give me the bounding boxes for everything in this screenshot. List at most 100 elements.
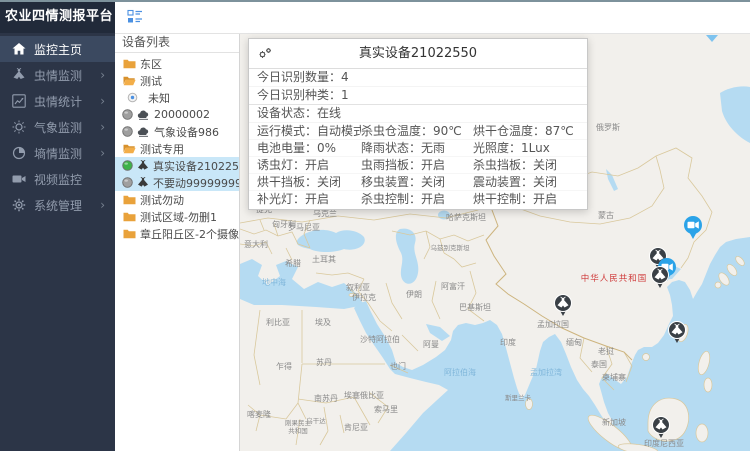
app-title: 农业四情测报平台 [0, 0, 115, 33]
popup-detail-row: 运行模式：自动模式杀虫仓温度：90℃烘干仓温度：87℃ [249, 123, 587, 140]
map-label-country: 苏丹 [316, 357, 332, 367]
layout-list-icon[interactable] [127, 9, 143, 24]
sidebar-item-label: 气象监测 [34, 119, 100, 136]
map-label-country: 也门 [390, 361, 406, 371]
popup-body: 今日识别数量：4今日识别种类：1设备状态：在线运行模式：自动模式杀虫仓温度：90… [249, 69, 587, 209]
folder-open-icon [123, 75, 136, 86]
popup-detail-row: 烘干挡板：关闭移虫装置：关闭震动装置：关闭 [249, 174, 587, 191]
popup-detail-cell: 震动装置：关闭 [473, 174, 587, 190]
map-label-country: 埃塞俄比亚 [344, 390, 384, 400]
map-label-country: 巴基斯坦 [459, 302, 491, 312]
status-dot-gray [122, 177, 133, 188]
sidebar-item-video-monitor[interactable]: 视频监控 [0, 166, 115, 192]
insect-device-icon [137, 160, 149, 171]
device-tree: 东区测试未知 20000002 气象设备986测试专用真实设备21022550不要动… [115, 53, 239, 242]
map-label-country: 柬埔寨 [602, 372, 626, 382]
sidebar-item-label: 墒情监测 [34, 145, 100, 162]
gears-icon[interactable] [257, 46, 273, 61]
weather-device-icon [137, 126, 150, 137]
tree-folder-item[interactable]: 测试区域-勿删1 [115, 208, 239, 225]
popup-detail-cell: 杀虫挡板：关闭 [473, 157, 587, 173]
folder-closed-icon [123, 58, 136, 69]
tree-item-label: 测试 [140, 73, 162, 89]
video-camera-icon [12, 172, 26, 186]
popup-detail-cell: 诱虫灯：开启 [257, 157, 361, 173]
chevron-right-icon: › [100, 68, 105, 82]
folder-closed-icon [123, 211, 136, 222]
popup-detail-cell: 烘干仓温度：87℃ [473, 123, 587, 139]
map-label-country-sm: 乌兹别克斯坦 [431, 243, 471, 252]
map-label-country: 肯尼亚 [344, 422, 368, 432]
status-dot-green [122, 160, 133, 171]
tree-item-label: 不要动99999999 [153, 175, 239, 191]
tree-item-label: 气象设备986 [154, 124, 219, 140]
sidebar-item-weather-monitor[interactable]: 气象监测 › [0, 114, 115, 140]
device-info-popup: 真实设备21022550 今日识别数量：4今日识别种类：1设备状态：在线运行模式… [248, 38, 588, 210]
map-label-country: 老挝 [598, 346, 614, 356]
chevron-right-icon: › [100, 94, 105, 108]
map-label-country: 伊朗 [406, 289, 422, 299]
map-label-country: 埃及 [315, 317, 331, 327]
tree-folder-item[interactable]: 测试勿动 [115, 191, 239, 208]
map-label-china: 中华人民共和国 [581, 273, 648, 284]
popup-stat-row: 今日识别种类：1 [249, 87, 587, 105]
tree-device-item[interactable]: 未知 [115, 89, 239, 106]
sidebar-item-insect-stats[interactable]: 虫情统计 › [0, 88, 115, 114]
map-label-country: 蒙古 [598, 210, 614, 220]
tree-item-label: 20000002 [154, 108, 210, 121]
tree-folder-item[interactable]: 测试专用 [115, 140, 239, 157]
chevron-right-icon: › [100, 120, 105, 134]
map-label-country: 罗马尼亚 [288, 223, 320, 232]
tree-item-label: 未知 [148, 90, 170, 106]
popup-detail-row: 诱虫灯：开启虫雨挡板：开启杀虫挡板：关闭 [249, 157, 587, 174]
window-top-edge [0, 0, 750, 2]
tree-folder-item[interactable]: 测试 [115, 72, 239, 89]
sidebar-item-label: 监控主页 [34, 41, 115, 58]
insect-icon [12, 68, 26, 82]
map-label-sea: 阿拉伯海 [444, 367, 476, 377]
map-label-country: 印度 [500, 337, 516, 347]
sidebar-item-monitor-home[interactable]: 监控主页 [0, 36, 115, 62]
map-label-country: 乍得 [276, 361, 292, 371]
tree-device-item[interactable]: 不要动99999999 [115, 174, 239, 191]
tree-device-item[interactable]: 真实设备21022550 [115, 157, 239, 174]
popup-detail-cell: 光照度：1Lux [473, 140, 587, 156]
tree-item-label: 测试区域-勿删1 [140, 209, 217, 225]
folder-closed-icon [123, 194, 136, 205]
map-label-country: 缅甸 [566, 337, 582, 347]
tree-item-label: 真实设备21022550 [153, 158, 239, 174]
map-label-country: 希腊 [285, 258, 301, 268]
tree-device-item[interactable]: 气象设备986 [115, 123, 239, 140]
popup-detail-cell: 杀虫控制：开启 [361, 191, 473, 207]
folder-open-icon [123, 143, 136, 154]
popup-detail-row: 补光灯：开启杀虫控制：开启烘干控制：开启 [249, 191, 587, 209]
sidebar-item-moisture-monitor[interactable]: 墒情监测 › [0, 140, 115, 166]
map-label-country: 俄罗斯 [596, 122, 620, 132]
popup-status-row: 设备状态：在线 [249, 105, 587, 123]
sidebar-item-system-manage[interactable]: 系统管理 › [0, 192, 115, 218]
map-label-country-sm: 共和国 [288, 426, 308, 435]
popup-detail-cell: 烘干控制：开启 [473, 191, 587, 207]
folder-closed-icon [123, 228, 136, 239]
map-label-country: 孟加拉国 [537, 319, 569, 329]
globe-icon [12, 146, 26, 160]
map-label-country-sm: 乌干达 [306, 416, 326, 425]
map-label-country: 阿富汗 [441, 281, 465, 291]
map-label-country: 阿曼 [423, 340, 439, 349]
popup-detail-row: 电池电量：0%降雨状态：无雨光照度：1Lux [249, 140, 587, 157]
popup-detail-cell: 移虫装置：关闭 [361, 174, 473, 190]
weather-device-icon [137, 109, 150, 120]
tree-device-item[interactable]: 20000002 [115, 106, 239, 123]
popup-detail-cell: 电池电量：0% [257, 140, 361, 156]
tree-item-label: 东区 [140, 56, 162, 72]
tree-folder-item[interactable]: 章丘阳丘区-2个摄像头 [115, 225, 239, 242]
sidebar-item-insect-monitor[interactable]: 虫情监测 › [0, 62, 115, 88]
home-icon [12, 42, 26, 56]
radio-icon [127, 92, 138, 103]
map-label-country: 土耳其 [312, 254, 336, 264]
popup-detail-cell: 补光灯：开启 [257, 191, 361, 207]
tree-folder-item[interactable]: 东区 [115, 55, 239, 72]
map-label-country-sm: 斯里兰卡 [505, 393, 532, 402]
status-dot-gray [122, 126, 133, 137]
chevron-right-icon: › [100, 146, 105, 160]
